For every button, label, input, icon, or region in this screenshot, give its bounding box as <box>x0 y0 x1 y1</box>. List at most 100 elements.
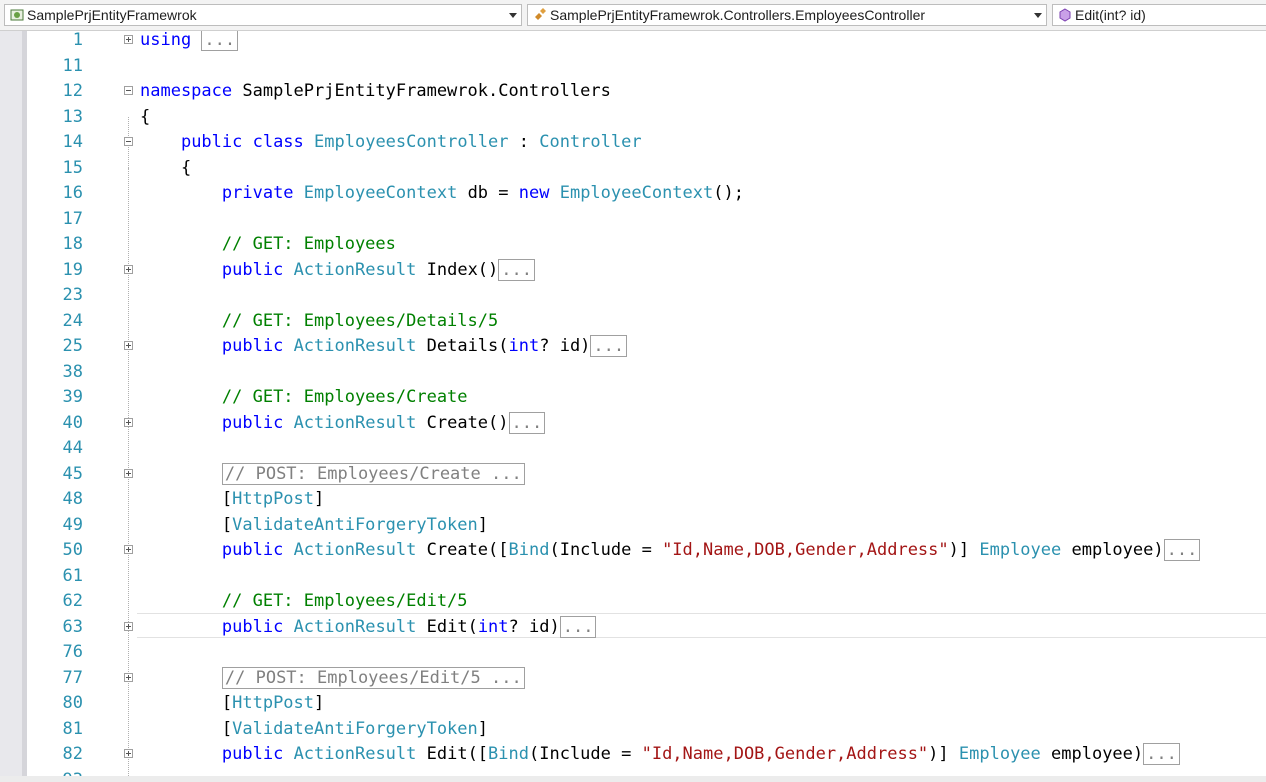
code-token: : <box>508 132 540 152</box>
code-line[interactable]: 62 // GET: Employees/Edit/5 <box>27 589 1266 615</box>
expand-icon[interactable] <box>124 35 133 44</box>
code-token: (Include = <box>549 540 663 560</box>
keyword-token: public <box>221 616 284 637</box>
type-token: Bind <box>488 744 529 764</box>
line-number: 18 <box>62 234 83 254</box>
code-text: [ValidateAntiForgeryToken] <box>140 717 488 743</box>
code-line[interactable]: 61 <box>27 564 1266 590</box>
collapsed-region[interactable]: // POST: Employees/Create ... <box>221 462 525 485</box>
code-token: ? id) <box>508 616 560 637</box>
code-line[interactable]: 45 // POST: Employees/Create ... <box>27 462 1266 488</box>
code-text: public ActionResult Details(int? id)... <box>140 334 628 360</box>
expand-icon[interactable] <box>124 749 133 758</box>
type-token: HttpPost <box>232 489 315 509</box>
line-number: 76 <box>62 642 83 662</box>
keyword-token: public <box>221 336 284 356</box>
line-number: 50 <box>62 540 83 560</box>
code-line[interactable]: 49 [ValidateAntiForgeryToken] <box>27 513 1266 539</box>
chevron-down-icon <box>1034 13 1042 18</box>
code-line[interactable]: 13 { <box>27 105 1266 131</box>
line-number: 77 <box>62 667 83 688</box>
code-line[interactable]: 1 using ... <box>27 31 1266 54</box>
code-line[interactable]: 81 [ValidateAntiForgeryToken] <box>27 717 1266 743</box>
line-number: 81 <box>62 718 83 739</box>
expand-icon[interactable] <box>124 264 133 274</box>
code-line[interactable]: 63 public ActionResult Edit(int? id)... <box>27 615 1266 641</box>
type-token: Bind <box>508 540 550 560</box>
code-line[interactable]: 80 [HttpPost] <box>27 691 1266 717</box>
type-token: ActionResult <box>293 412 417 433</box>
code-line[interactable]: 11 <box>27 54 1266 80</box>
string-token: "Id,Name,DOB,Gender,Address" <box>662 540 949 560</box>
expand-icon[interactable] <box>124 468 133 478</box>
type-token: EmployeeContext <box>559 183 714 203</box>
type-dropdown[interactable]: SamplePrjEntityFramewrok.Controllers.Emp… <box>527 4 1047 26</box>
code-text: { <box>140 156 191 182</box>
collapsed-region[interactable]: ... <box>590 335 628 357</box>
code-line[interactable]: 25 public ActionResult Details(int? id).… <box>27 334 1266 360</box>
line-number: 25 <box>62 336 83 356</box>
expand-icon[interactable] <box>124 545 133 554</box>
code-token: ? id) <box>539 336 591 356</box>
code-line[interactable]: 40 public ActionResult Create()... <box>27 411 1266 437</box>
keyword-token: public <box>221 259 284 280</box>
collapsed-region[interactable]: ... <box>498 258 535 281</box>
type-token: Controller <box>539 132 642 152</box>
code-line[interactable]: 18 // GET: Employees <box>27 232 1266 258</box>
project-dropdown[interactable]: SamplePrjEntityFramewrok <box>4 4 522 26</box>
code-line[interactable]: 82 public ActionResult Edit([Bind(Includ… <box>27 742 1266 768</box>
collapse-icon[interactable] <box>124 137 133 146</box>
code-line[interactable]: 77 // POST: Employees/Edit/5 ... <box>27 666 1266 692</box>
code-line[interactable]: 23 <box>27 283 1266 309</box>
type-token: EmployeeContext <box>303 183 458 203</box>
code-line[interactable]: 48 [HttpPost] <box>27 487 1266 513</box>
code-line[interactable]: 50 public ActionResult Create([Bind(Incl… <box>27 538 1266 564</box>
code-line[interactable]: 19 public ActionResult Index()... <box>27 258 1266 284</box>
collapsed-region[interactable]: ... <box>508 411 546 434</box>
code-line[interactable]: 15 { <box>27 156 1266 182</box>
code-text: public ActionResult Index()... <box>140 258 535 284</box>
code-line[interactable]: 76 <box>27 640 1266 666</box>
string-token: "Id,Name,DOB,Gender,Address" <box>641 744 929 764</box>
code-token: [ <box>140 514 233 535</box>
collapse-icon[interactable] <box>124 86 133 95</box>
line-number: 40 <box>62 412 83 433</box>
code-line[interactable]: 16 private EmployeeContext db = new Empl… <box>27 181 1266 207</box>
code-token: [ <box>140 693 233 713</box>
type-token: ValidateAntiForgeryToken <box>232 514 478 535</box>
collapsed-region[interactable]: ... <box>201 31 239 51</box>
code-line[interactable]: 12 namespace SamplePrjEntityFramewrok.Con… <box>27 79 1266 105</box>
expand-icon[interactable] <box>124 417 133 427</box>
code-line[interactable]: 44 <box>27 436 1266 462</box>
collapsed-region[interactable]: ... <box>1143 743 1180 765</box>
collapsed-region[interactable]: ... <box>559 615 597 638</box>
expand-icon[interactable] <box>124 341 133 350</box>
horizontal-scrollbar[interactable] <box>0 776 1266 782</box>
type-token: EmployeesController <box>314 132 509 152</box>
code-line[interactable]: 14 public class EmployeesController : Co… <box>27 130 1266 156</box>
code-line[interactable]: 38 <box>27 360 1266 386</box>
code-token: [ <box>140 718 233 739</box>
code-line[interactable]: 24 // GET: Employees/Details/5 <box>27 309 1266 335</box>
code-text: namespace SamplePrjEntityFramewrok.Contr… <box>140 79 611 105</box>
code-token: ] <box>314 489 325 509</box>
collapsed-region[interactable]: // POST: Employees/Edit/5 ... <box>221 666 525 689</box>
expand-icon[interactable] <box>124 672 133 682</box>
code-token: db = <box>457 183 519 203</box>
line-number: 11 <box>62 55 83 76</box>
line-number: 82 <box>62 744 83 764</box>
code-text: public ActionResult Edit([Bind(Include =… <box>140 742 1180 768</box>
code-editor[interactable]: 1 using ... 11 12 namespace SamplePrjEntityF… <box>27 31 1266 782</box>
code-line[interactable]: 17 <box>27 207 1266 233</box>
expand-icon[interactable] <box>124 621 133 631</box>
collapsed-region[interactable]: ... <box>1163 539 1201 561</box>
line-number: 38 <box>62 361 83 382</box>
code-token: ] <box>477 514 489 535</box>
code-token: Create([ <box>416 540 509 560</box>
code-line[interactable]: 39 // GET: Employees/Create <box>27 385 1266 411</box>
line-number: 62 <box>62 591 83 611</box>
member-dropdown[interactable]: Edit(int? id) <box>1052 4 1266 26</box>
